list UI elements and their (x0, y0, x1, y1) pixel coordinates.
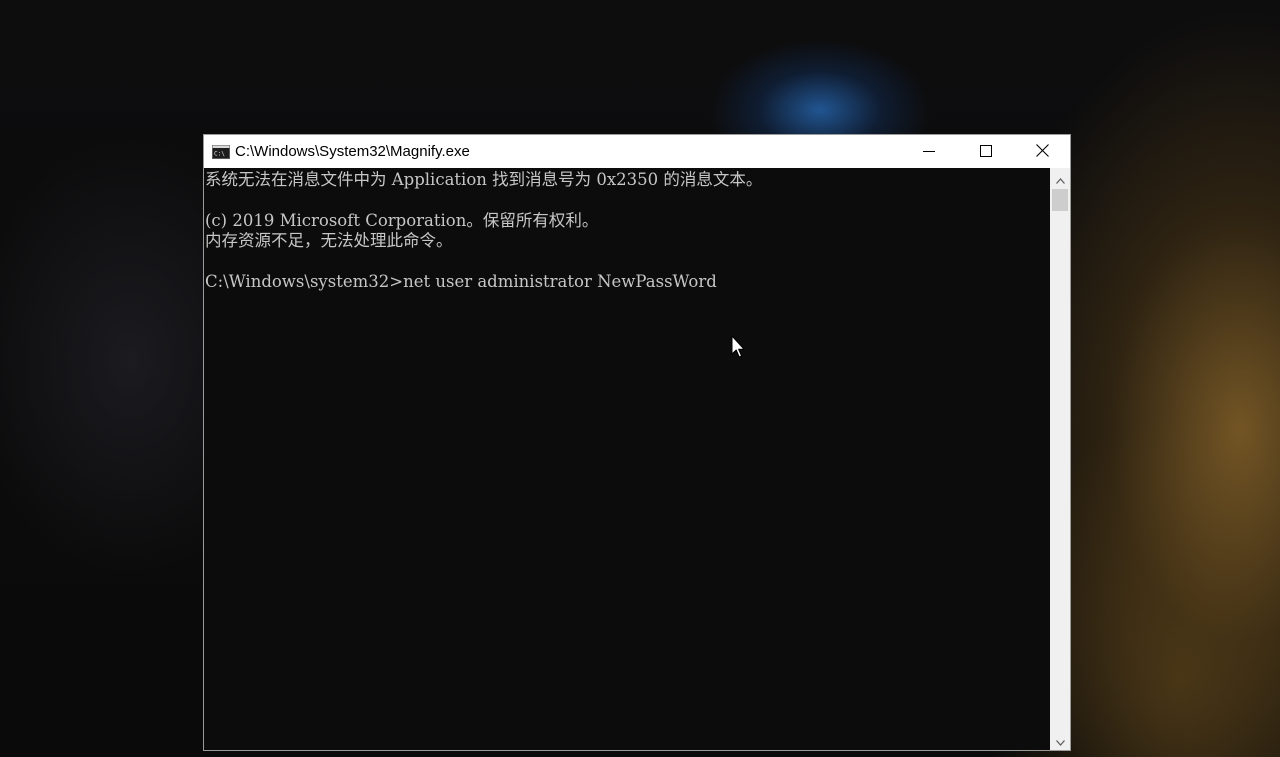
chevron-down-icon (1055, 731, 1065, 750)
scrollbar-thumb[interactable] (1052, 189, 1068, 211)
close-button[interactable] (1014, 135, 1071, 168)
minimize-icon (922, 142, 935, 161)
console-output[interactable]: 系统无法在消息文件中为 Application 找到消息号为 0x2350 的消… (204, 168, 1050, 750)
console-icon[interactable]: C:\ (212, 144, 230, 159)
title-bar[interactable]: C:\ C:\Windows\System32\Magnify.exe (204, 135, 1070, 168)
vertical-scrollbar[interactable] (1050, 168, 1070, 750)
scroll-up-button[interactable] (1050, 168, 1070, 188)
mouse-pointer-icon (731, 335, 745, 359)
console-line: 系统无法在消息文件中为 Application 找到消息号为 0x2350 的消… (205, 170, 763, 189)
chevron-up-icon (1055, 169, 1065, 188)
minimize-button[interactable] (900, 135, 957, 168)
maximize-button[interactable] (957, 135, 1014, 168)
scroll-down-button[interactable] (1050, 730, 1070, 750)
console-prompt-line: C:\Windows\system32>net user administrat… (205, 272, 717, 291)
svg-text:C:\: C:\ (214, 151, 225, 158)
console-line: 内存资源不足，无法处理此命令。 (205, 231, 453, 250)
console-window[interactable]: C:\ C:\Windows\System32\Magnify.exe 系统无法… (203, 134, 1071, 751)
window-title: C:\Windows\System32\Magnify.exe (235, 143, 470, 160)
maximize-icon (979, 142, 992, 161)
close-icon (1036, 142, 1049, 161)
console-line: (c) 2019 Microsoft Corporation。保留所有权利。 (205, 211, 599, 230)
